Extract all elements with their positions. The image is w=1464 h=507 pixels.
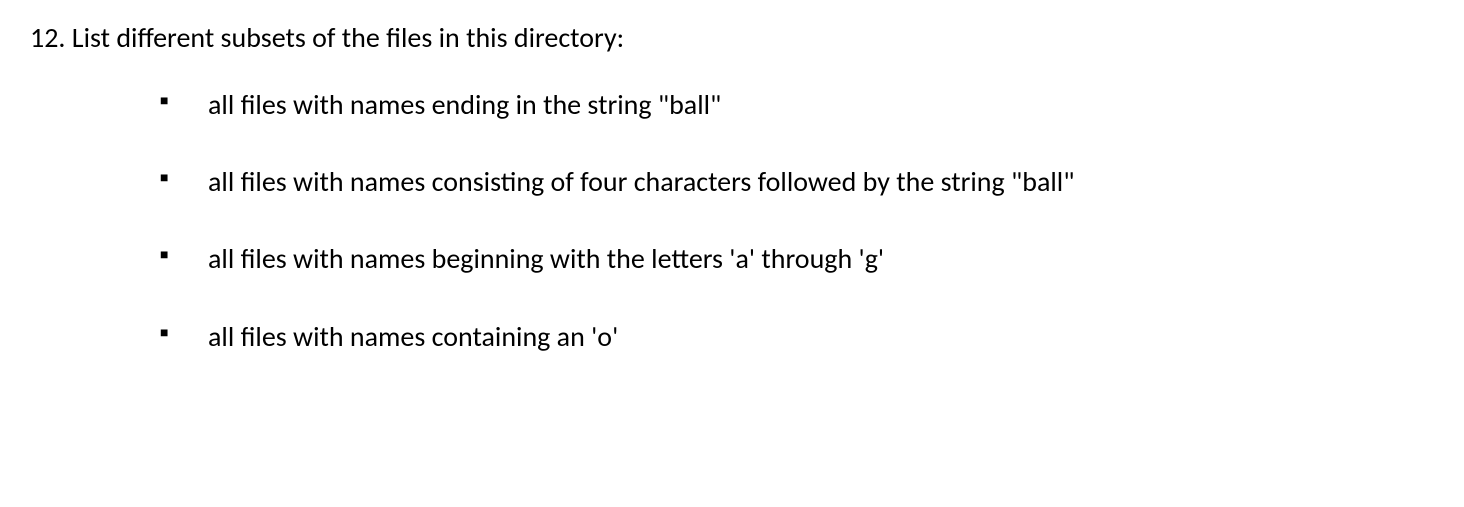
question-line: 12. List different subsets of the files … [30,20,1434,55]
question-number: 12. [30,20,65,55]
list-item: all files with names consisting of four … [160,162,1434,201]
list-item: all files with names beginning with the … [160,239,1434,278]
list-item: all files with names containing an 'o' [160,317,1434,356]
bullet-list: all files with names ending in the strin… [160,85,1434,356]
question-text: List different subsets of the files in t… [72,20,624,55]
list-item: all files with names ending in the strin… [160,85,1434,124]
